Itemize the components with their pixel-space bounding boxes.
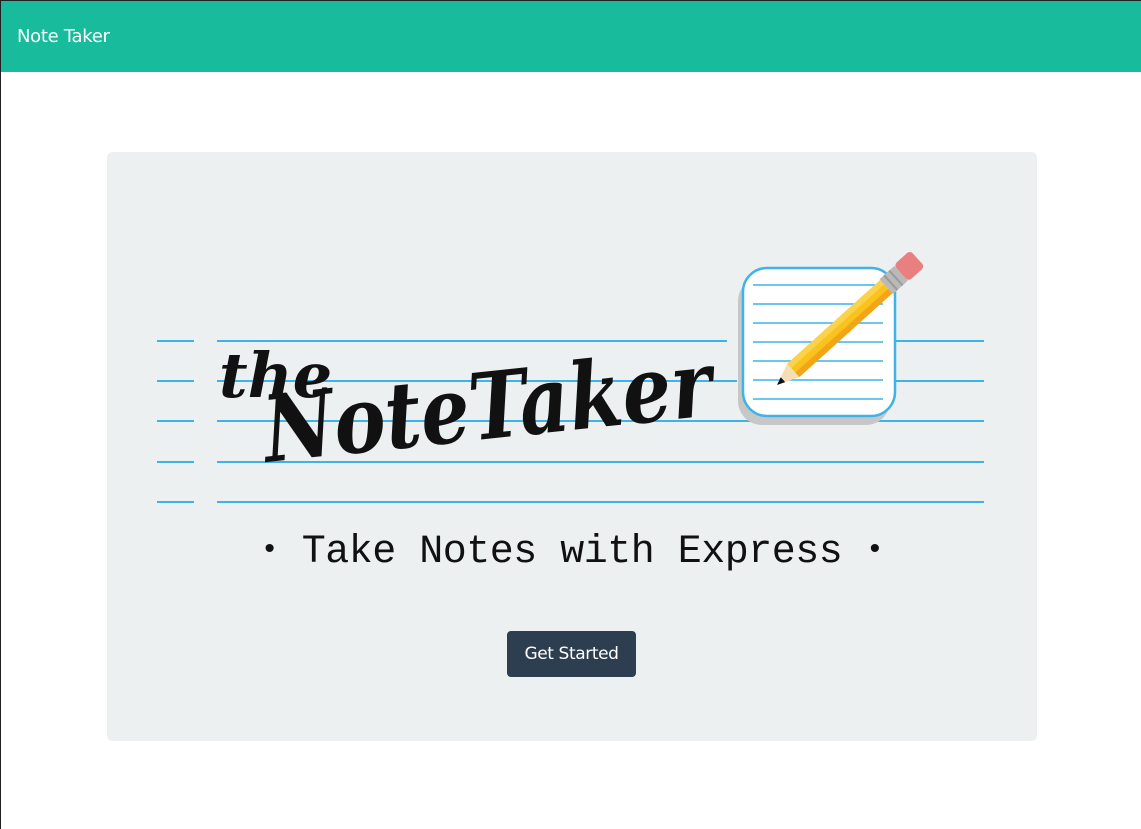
notepad-pencil-icon xyxy=(738,252,924,425)
tagline-text: Take Notes with Express xyxy=(301,530,843,575)
hero-jumbotron: the NoteTaker • Take Notes with Express … xyxy=(107,152,1037,741)
tagline: • Take Notes with Express • xyxy=(107,530,1037,575)
tagline-bullet-right: • xyxy=(865,534,884,568)
tagline-bullet-left: • xyxy=(260,534,279,568)
navbar: Note Taker xyxy=(1,1,1141,72)
get-started-button[interactable]: Get Started xyxy=(507,631,636,677)
navbar-brand[interactable]: Note Taker xyxy=(17,26,110,47)
